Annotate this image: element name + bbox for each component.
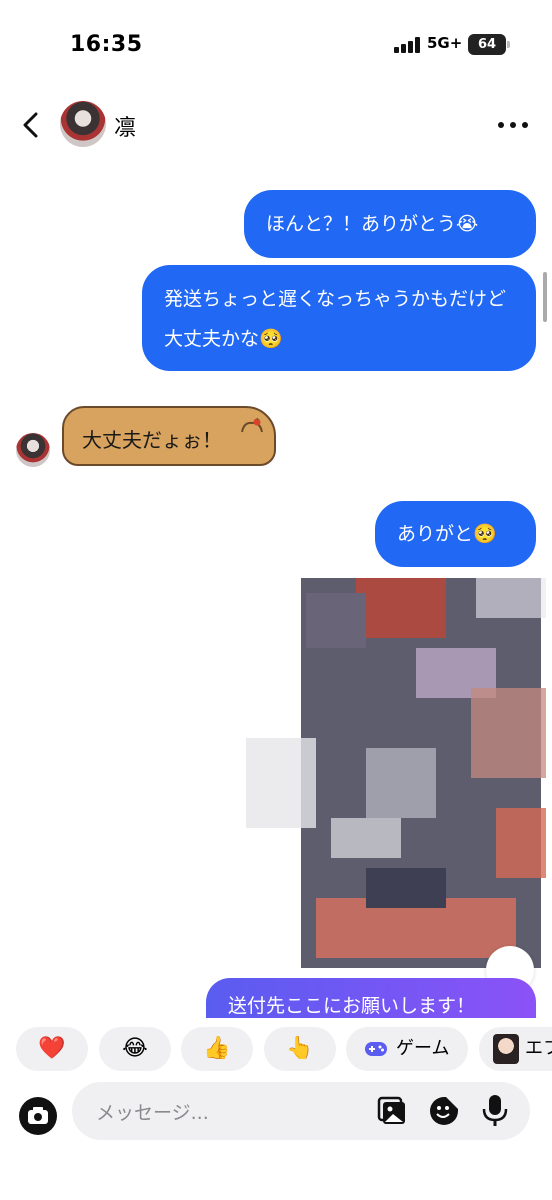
gamepad-icon bbox=[365, 1042, 387, 1056]
effect-avatar-icon bbox=[493, 1034, 519, 1064]
outgoing-message[interactable]: ほんと？！ありがとう😭 bbox=[244, 190, 536, 258]
game-label: ゲーム bbox=[396, 1038, 450, 1059]
microphone-button[interactable] bbox=[480, 1093, 510, 1127]
chat-header: 凛 bbox=[0, 95, 552, 155]
microphone-icon bbox=[482, 1095, 508, 1126]
outgoing-message[interactable]: 発送ちょっと遅くなっちゃうかもだけど大丈夫かな🥺 bbox=[142, 265, 536, 371]
scrollbar[interactable] bbox=[543, 272, 547, 322]
battery-icon: 64 bbox=[468, 34, 510, 55]
outgoing-message[interactable]: ありがと🥺 bbox=[375, 501, 536, 567]
outgoing-message[interactable]: 送付先ここにお願いします！ bbox=[206, 978, 536, 1018]
reaction-heart-button[interactable]: ❤️ bbox=[16, 1027, 88, 1071]
reaction-laugh-button[interactable]: 😂 bbox=[99, 1027, 171, 1071]
more-dots-icon bbox=[498, 122, 528, 128]
sticker-button[interactable] bbox=[428, 1095, 460, 1127]
effect-button[interactable]: エフ bbox=[479, 1027, 552, 1071]
game-button[interactable]: ゲーム bbox=[346, 1027, 468, 1071]
incoming-message[interactable]: 大丈夫だょぉ！ bbox=[62, 406, 276, 466]
message-input-placeholder: メッセージ... bbox=[96, 1102, 209, 1124]
more-options-button[interactable] bbox=[496, 115, 530, 135]
reaction-point-button[interactable]: 👆 bbox=[264, 1027, 336, 1071]
capybara-sticker-icon bbox=[241, 418, 263, 433]
camera-button[interactable] bbox=[18, 1096, 58, 1136]
contact-name[interactable]: 凛 bbox=[114, 110, 136, 142]
chevron-left-icon bbox=[23, 112, 38, 138]
message-input[interactable]: メッセージ... bbox=[72, 1082, 530, 1140]
signal-icon bbox=[394, 37, 422, 53]
message-composer: メッセージ... bbox=[0, 1082, 552, 1200]
contact-avatar[interactable] bbox=[60, 101, 106, 147]
incoming-message-text: 大丈夫だょぉ！ bbox=[82, 428, 222, 452]
reaction-thumbs-up-button[interactable]: 👍 bbox=[181, 1027, 253, 1071]
quick-reaction-bar: ❤️ 😂 👍 👆 ゲーム エフ bbox=[0, 1021, 552, 1077]
network-type: 5G+ bbox=[427, 34, 463, 52]
blurred-photo[interactable] bbox=[246, 568, 550, 973]
camera-icon bbox=[19, 1097, 57, 1135]
gallery-button[interactable] bbox=[376, 1095, 408, 1127]
sticker-icon bbox=[430, 1097, 458, 1125]
contact-avatar-small[interactable] bbox=[16, 433, 50, 467]
status-bar: 16:35 5G+ 64 bbox=[0, 0, 552, 90]
effect-label: エフ bbox=[525, 1038, 552, 1059]
status-time: 16:35 bbox=[70, 32, 143, 57]
gallery-icon bbox=[377, 1096, 405, 1124]
back-button[interactable] bbox=[14, 107, 50, 143]
